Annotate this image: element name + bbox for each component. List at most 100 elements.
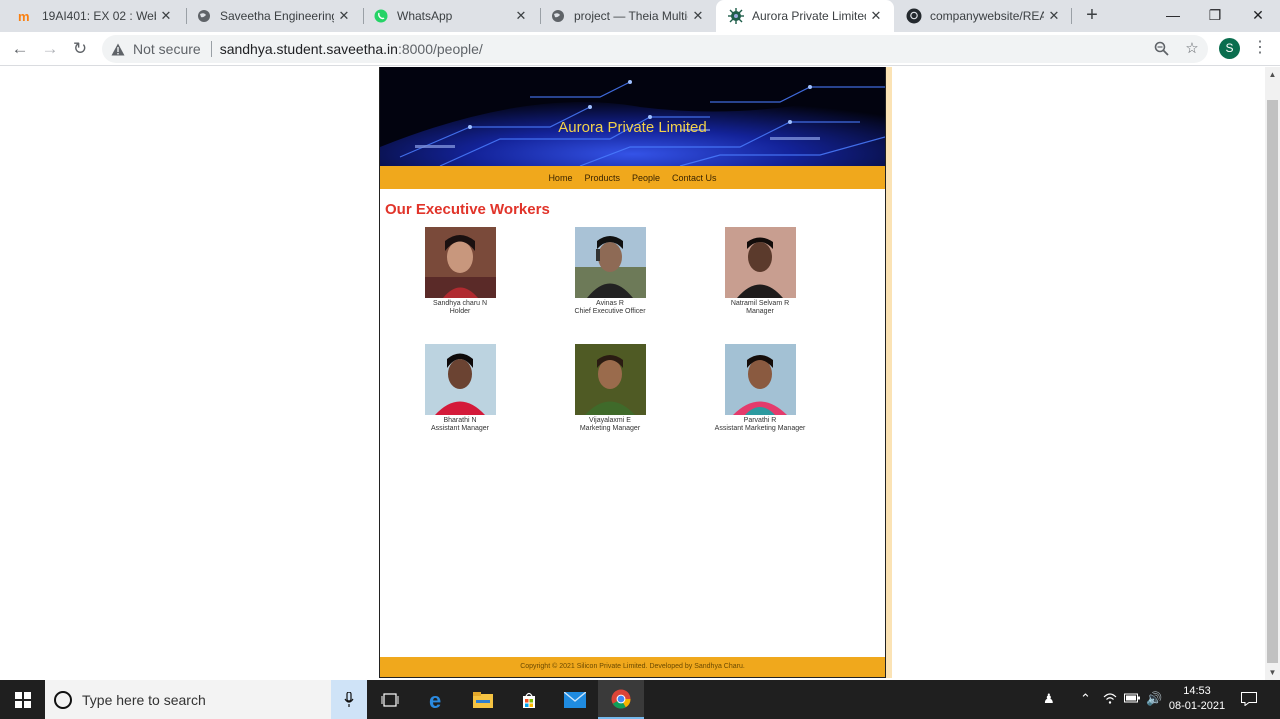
close-icon[interactable]: ✕ xyxy=(688,8,708,24)
github-icon xyxy=(906,8,922,24)
chevron-up-icon[interactable]: ⌃ xyxy=(1080,692,1091,706)
back-icon[interactable]: ← xyxy=(9,38,31,60)
svg-text:e: e xyxy=(429,690,441,710)
microphone-icon[interactable] xyxy=(331,680,367,719)
site-container: Aurora Private Limited Home Products Peo… xyxy=(379,67,886,678)
tab-title: 19AI401: EX 02 : Websit xyxy=(42,9,156,23)
tab-title: Aurora Private Limited xyxy=(752,9,866,23)
globe-icon xyxy=(550,8,566,24)
tab-title: Saveetha Engineering C xyxy=(220,9,334,23)
taskbar-search[interactable]: Type here to search xyxy=(45,680,331,719)
wifi-icon[interactable] xyxy=(1103,692,1117,707)
banner-title: Aurora Private Limited xyxy=(558,119,707,136)
person-card: Bharathi N Assistant Manager xyxy=(400,344,520,433)
person-name: Bharathi N xyxy=(443,417,477,424)
person-name: Parvathi R xyxy=(743,417,777,424)
tab-1[interactable]: m 19AI401: EX 02 : Websit ✕ xyxy=(6,0,184,32)
close-icon[interactable]: ✕ xyxy=(866,8,886,24)
circuit-board-image xyxy=(380,67,885,166)
notification-icon[interactable] xyxy=(1241,692,1257,709)
person-photo xyxy=(424,344,496,415)
tab-5-active[interactable]: Aurora Private Limited ✕ xyxy=(716,0,894,32)
tab-2[interactable]: Saveetha Engineering C ✕ xyxy=(184,0,362,32)
warning-icon[interactable] xyxy=(111,42,125,56)
svg-text:m: m xyxy=(18,9,30,23)
scrollbar-thumb[interactable] xyxy=(1267,100,1278,663)
url-host[interactable]: sandhya.student.saveetha.in xyxy=(220,41,398,57)
nav-link-contact-us[interactable]: Contact Us xyxy=(671,173,718,183)
chrome-icon[interactable] xyxy=(598,680,644,719)
close-icon[interactable]: ✕ xyxy=(1044,8,1064,24)
zoom-icon[interactable] xyxy=(1153,41,1169,57)
page-viewport: Aurora Private Limited Home Products Peo… xyxy=(0,67,1265,680)
person-card: Parvathi R Assistant Marketing Manager xyxy=(700,344,820,433)
new-tab-button[interactable]: + xyxy=(1080,4,1104,28)
taskbar-clock[interactable]: 14:53 08-01-2021 xyxy=(1164,684,1230,714)
bookmark-star-icon[interactable]: ☆ xyxy=(1184,41,1200,57)
tab-3[interactable]: WhatsApp ✕ xyxy=(361,0,539,32)
person-role: Marketing Manager xyxy=(579,425,641,432)
person-role: Assistant Manager xyxy=(431,425,489,432)
globe-icon xyxy=(196,8,212,24)
search-placeholder: Type here to search xyxy=(82,691,206,708)
security-status[interactable]: Not secure xyxy=(133,41,201,57)
tab-strip: m 19AI401: EX 02 : Websit ✕ Saveetha Eng… xyxy=(0,0,1280,32)
close-icon[interactable]: ✕ xyxy=(156,8,176,24)
nav-link-people[interactable]: People xyxy=(631,173,661,183)
tab-6[interactable]: companywebsite/READ ✕ xyxy=(894,0,1072,32)
person-name: Avinas R xyxy=(596,300,624,307)
omnibox-divider xyxy=(210,41,212,57)
store-icon[interactable] xyxy=(506,680,552,719)
tab-4[interactable]: project — Theia Multi-L ✕ xyxy=(538,0,716,32)
restore-button[interactable]: ❐ xyxy=(1193,0,1237,32)
person-photo xyxy=(424,227,496,298)
person-role: Manager xyxy=(746,308,774,315)
menu-icon[interactable]: ⋮ xyxy=(1252,40,1268,56)
page-heading: Our Executive Workers xyxy=(385,201,550,218)
forward-icon[interactable]: → xyxy=(39,38,61,60)
scroll-up-icon[interactable]: ▲ xyxy=(1265,67,1280,82)
vertical-scrollbar[interactable]: ▲ ▼ xyxy=(1265,67,1280,680)
file-explorer-icon[interactable] xyxy=(460,680,506,719)
profile-avatar[interactable]: S xyxy=(1219,38,1240,59)
page-shadow xyxy=(886,67,892,678)
url-path[interactable]: :8000/people/ xyxy=(398,41,483,57)
windows-start-icon[interactable] xyxy=(0,680,45,719)
tab-title: project — Theia Multi-L xyxy=(574,9,688,23)
minimize-button[interactable]: — xyxy=(1151,0,1195,32)
django-icon xyxy=(728,8,744,24)
windows-taskbar: Type here to search e ♟ ⌃ 🔊 14:53 08-01-… xyxy=(0,680,1280,719)
whatsapp-icon xyxy=(373,8,389,24)
battery-icon[interactable] xyxy=(1124,692,1140,706)
person-name: Natramil Selvam R xyxy=(730,300,790,307)
people-icon[interactable]: ♟ xyxy=(1043,692,1055,706)
nav-link-products[interactable]: Products xyxy=(583,173,621,183)
clock-time: 14:53 xyxy=(1183,685,1211,697)
edge-icon[interactable]: e xyxy=(414,680,460,719)
task-view-icon[interactable] xyxy=(367,680,413,719)
person-role: Chief Executive Officer xyxy=(574,308,646,315)
close-window-button[interactable]: ✕ xyxy=(1236,0,1280,32)
person-role: Assistant Marketing Manager xyxy=(714,425,806,432)
mail-icon[interactable] xyxy=(552,680,598,719)
person-role: Holder xyxy=(449,308,471,315)
person-card: Natramil Selvam R Manager xyxy=(700,227,820,316)
scroll-down-icon[interactable]: ▼ xyxy=(1265,665,1280,680)
person-card: Vijayalaxmi E Marketing Manager xyxy=(550,344,670,433)
person-photo xyxy=(724,227,796,298)
person-name: Sandhya charu N xyxy=(432,300,488,307)
address-bar[interactable]: Not secure sandhya.student.saveetha.in:8… xyxy=(102,35,1208,63)
nav-link-home[interactable]: Home xyxy=(547,173,573,183)
browser-toolbar: ← → ↻ Not secure sandhya.student.saveeth… xyxy=(0,32,1280,66)
site-footer: Copyright © 2021 Silicon Private Limited… xyxy=(380,657,885,677)
person-name: Vijayalaxmi E xyxy=(589,417,631,424)
person-photo xyxy=(724,344,796,415)
reload-icon[interactable]: ↻ xyxy=(69,38,91,60)
cortana-icon xyxy=(54,690,72,709)
clock-date: 08-01-2021 xyxy=(1168,700,1226,712)
close-icon[interactable]: ✕ xyxy=(511,8,531,24)
tab-title: WhatsApp xyxy=(397,9,453,23)
volume-icon[interactable]: 🔊 xyxy=(1146,692,1162,706)
site-banner: Aurora Private Limited xyxy=(380,67,885,166)
close-icon[interactable]: ✕ xyxy=(334,8,354,24)
